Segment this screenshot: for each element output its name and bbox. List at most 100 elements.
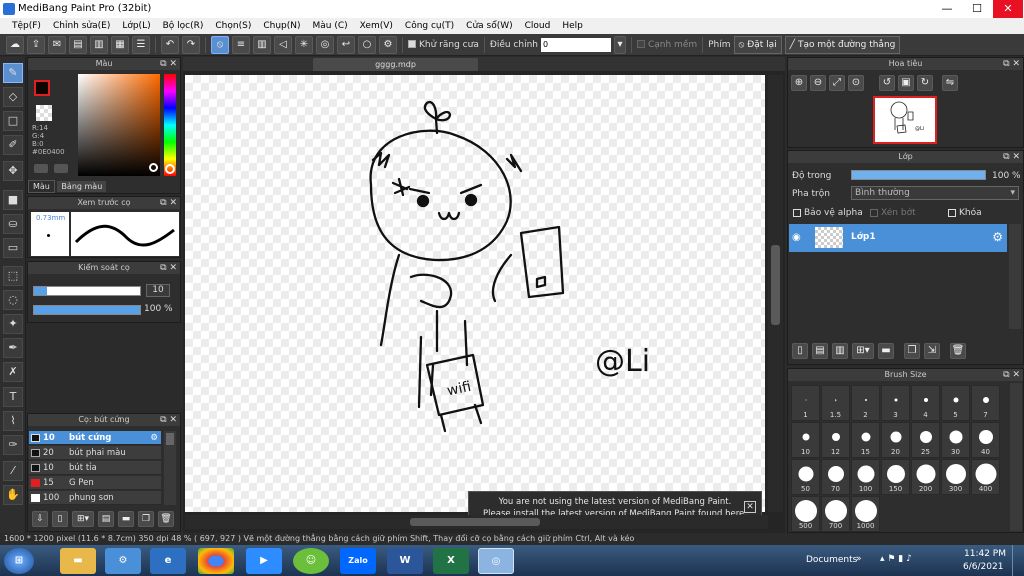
foreground-color-swatch[interactable] <box>34 80 50 96</box>
menu-tools[interactable]: Công cụ(T) <box>399 21 460 31</box>
brush-size-option[interactable]: 20 <box>881 422 910 458</box>
duplicate-layer-icon[interactable]: ❐ <box>904 343 920 359</box>
fit-window-icon[interactable]: ▣ <box>898 75 914 91</box>
brush-size-option[interactable]: 30 <box>941 422 970 458</box>
brush-size-option[interactable]: 1.5 <box>821 385 850 421</box>
add-brush-icon[interactable]: ⊞▾ <box>72 511 94 527</box>
add-layer-menu-icon[interactable]: ⊞▾ <box>852 343 874 359</box>
brush-size-option[interactable]: 50 <box>791 459 820 495</box>
brush-opacity-slider[interactable] <box>33 305 141 315</box>
rotate-left-icon[interactable]: ↺ <box>879 75 895 91</box>
brush-size-slider[interactable] <box>33 286 141 296</box>
copy-brush-icon[interactable]: ▤ <box>98 511 114 527</box>
blend-mode-select[interactable]: Bình thường ▾ <box>851 186 1019 200</box>
select-eraser-icon[interactable]: ✗ <box>3 362 23 382</box>
file-explorer-icon[interactable]: ▬ <box>60 548 96 574</box>
brush-size-option[interactable]: 25 <box>911 422 940 458</box>
gear-icon[interactable]: ⚙ <box>379 35 397 54</box>
brush-size-scrollbar[interactable] <box>1010 383 1022 531</box>
reset-button[interactable]: ⦸ Đặt lại <box>733 35 782 54</box>
zoom-in-icon[interactable]: ⊕ <box>791 75 807 91</box>
gear-icon[interactable]: ⚙ <box>150 431 158 445</box>
vertical-scroll-thumb[interactable] <box>771 245 780 325</box>
straight-line-button[interactable]: ╱ Tạo một đường thẳng <box>784 35 901 54</box>
clock-time[interactable]: 11:42 PM <box>964 549 1006 559</box>
move-tool-icon[interactable]: ✥ <box>3 161 23 181</box>
tray-icons[interactable]: ▴ ⚑ ▮ ♪ <box>880 554 912 564</box>
brush-size-option[interactable]: 3 <box>881 385 910 421</box>
delete-icon[interactable]: 🗑 <box>158 511 174 527</box>
menu-file[interactable]: Tệp(F) <box>6 21 47 31</box>
menu-view[interactable]: Xem(V) <box>354 21 399 31</box>
layer-opacity-slider[interactable] <box>851 170 986 180</box>
fit-icon[interactable]: ⤢ <box>829 75 845 91</box>
document-icon[interactable]: ▥ <box>90 35 108 54</box>
transparent-swatch[interactable] <box>36 105 52 121</box>
adjust-input[interactable]: 0 <box>540 37 611 52</box>
brush-size-option[interactable]: 200 <box>911 459 940 495</box>
brush-size-option[interactable]: 1 <box>791 385 820 421</box>
menu-help[interactable]: Help <box>556 21 589 31</box>
tab-palette[interactable]: Bảng màu <box>57 181 107 192</box>
dropper-icon[interactable]: ⁄ <box>3 461 23 481</box>
new-halftone-layer-icon[interactable]: ▤ <box>812 343 828 359</box>
checkbox-unchecked[interactable] <box>636 40 645 48</box>
menu-cloud[interactable]: Cloud <box>519 21 557 31</box>
horizontal-scrollbar[interactable] <box>185 515 768 529</box>
layer-row-layer1[interactable]: ◉ Lớp1 ⚙ <box>789 224 1007 252</box>
antialias-checkbox[interactable]: Khử răng cưa <box>408 40 479 50</box>
document-tab[interactable]: gggg.mdp <box>313 58 478 71</box>
comment-icon[interactable]: ✉ <box>48 35 66 54</box>
new-8bit-layer-icon[interactable]: ▥ <box>832 343 848 359</box>
brush-size-option[interactable]: 4 <box>911 385 940 421</box>
menu-snap[interactable]: Chụp(N) <box>257 21 306 31</box>
brush-list-scrollbar[interactable] <box>164 431 176 505</box>
radial-snap-icon[interactable]: ✳ <box>295 35 313 54</box>
brush-size-option[interactable]: 40 <box>971 422 1000 458</box>
brush-size-option[interactable]: 5 <box>941 385 970 421</box>
note-icon[interactable]: ▤ <box>69 35 87 54</box>
folder-icon[interactable]: ▬ <box>878 343 894 359</box>
brush-size-option[interactable]: 1000 <box>851 496 880 532</box>
folder-icon[interactable]: ▬ <box>118 511 134 527</box>
chevron-down-icon[interactable]: ▾ <box>613 35 626 54</box>
undo-icon[interactable]: ↶ <box>161 35 179 54</box>
medibang-taskbar-icon[interactable]: ◎ <box>478 548 514 574</box>
vertical-scrollbar[interactable] <box>768 75 783 512</box>
internet-explorer-icon[interactable]: e <box>150 548 186 574</box>
magic-wand-icon[interactable]: ✦ <box>3 314 23 334</box>
bucket-tool-icon[interactable]: ⛀ <box>3 214 23 234</box>
documents-toolbar[interactable]: Documents <box>806 555 857 565</box>
list-icon[interactable]: ☰ <box>132 35 150 54</box>
shape-tool-icon[interactable]: □ <box>3 111 23 131</box>
scroll-thumb[interactable] <box>166 433 174 445</box>
brush-size-option[interactable]: 100 <box>851 459 880 495</box>
cloud-icon[interactable]: ☁ <box>6 35 24 54</box>
concentric-snap-icon[interactable]: ◎ <box>316 35 334 54</box>
layer-scrollbar[interactable] <box>1009 224 1021 329</box>
protect-alpha-checkbox[interactable]: Bảo vệ alpha <box>793 208 863 218</box>
select-tool-icon[interactable]: ⬚ <box>3 266 23 286</box>
zoom-icon[interactable]: ⊙ <box>848 75 864 91</box>
drawing-canvas[interactable]: wifi @Li You are not using the latest ve… <box>185 75 765 525</box>
brush-size-option[interactable]: 700 <box>821 496 850 532</box>
checkbox-unchecked[interactable] <box>793 208 801 217</box>
perspective-snap-icon[interactable]: ◁ <box>274 35 292 54</box>
brush-size-value[interactable]: 10 <box>146 284 170 297</box>
cloud-download-icon[interactable]: ⇩ <box>32 511 48 527</box>
panel-close-icon[interactable]: ⧉ ✕ <box>1003 151 1020 163</box>
circle-snap-icon[interactable]: ○ <box>358 35 376 54</box>
clipping-checkbox[interactable]: Xén bớt <box>870 208 916 218</box>
rotate-right-icon[interactable]: ↻ <box>917 75 933 91</box>
checkbox-unchecked[interactable] <box>870 208 878 217</box>
delete-layer-icon[interactable]: 🗑 <box>950 343 966 359</box>
brush-size-option[interactable]: 150 <box>881 459 910 495</box>
brush-size-option[interactable]: 70 <box>821 459 850 495</box>
hand-tool-icon[interactable]: ✋ <box>3 485 23 505</box>
frame-tool-icon[interactable]: ⌇ <box>3 411 23 431</box>
lasso-tool-icon[interactable]: ◌ <box>3 290 23 310</box>
brush-item-fade-pen[interactable]: 20 bút phai màu <box>29 446 161 460</box>
zoom-out-icon[interactable]: ⊖ <box>810 75 826 91</box>
text-tool-icon[interactable]: T <box>3 387 23 407</box>
color-tool-icon[interactable] <box>54 164 68 173</box>
